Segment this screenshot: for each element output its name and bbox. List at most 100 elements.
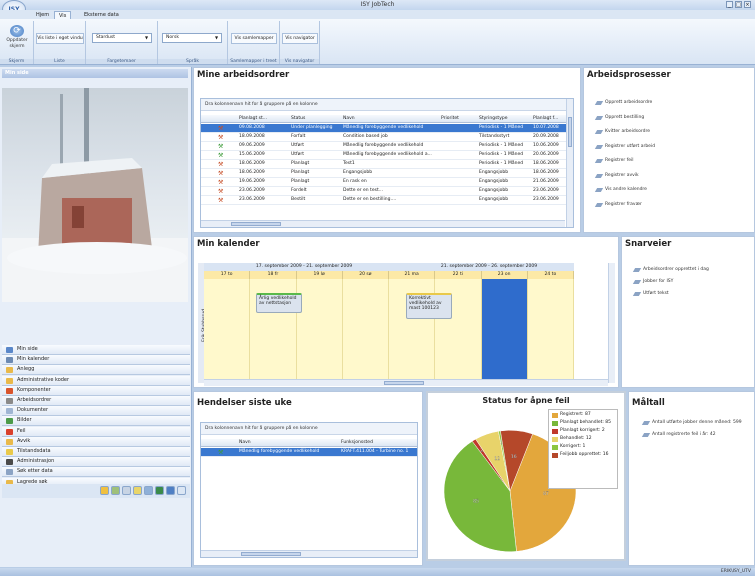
table-row[interactable]: ⚒ 18.09.2008 Forfalt Condition based job Til…: [201, 133, 573, 142]
process-link[interactable]: Vis andre kalendre: [596, 187, 647, 193]
day-header[interactable]: 23 on: [481, 271, 528, 279]
table-row[interactable]: ⚒ 15.06.2009 Utført Månedlig forebyggende v…: [201, 151, 573, 160]
wrench-icon: ⚒: [218, 170, 224, 177]
column-header[interactable]: Status: [289, 115, 339, 123]
shortcut-link[interactable]: Jobber for ISY: [634, 279, 673, 285]
table-row[interactable]: ⚒ 23.06.2009 Fordelt Dette er en test... Eng…: [201, 187, 573, 196]
maximize-icon[interactable]: □: [735, 1, 742, 8]
horizontal-scrollbar[interactable]: [201, 220, 565, 227]
navigator-button[interactable]: Vis navigator: [282, 33, 318, 44]
day-header[interactable]: 18 fr: [250, 271, 297, 279]
table-cell: Månedlig forebyggende vedlikehold: [343, 125, 424, 130]
day-header[interactable]: 17 to: [204, 271, 251, 279]
table-row[interactable]: ⚒ 23.06.2009 Bestilt Dette er en bestilling…: [201, 196, 573, 205]
table-row[interactable]: ⚒ 09.06.2009 Utført Månedlig forebyggende v…: [201, 142, 573, 151]
table-cell: Periodisk - 1 Måned: [479, 152, 524, 157]
folders-button[interactable]: Vis samlemapper: [231, 33, 277, 44]
theme-select[interactable]: Stardust ▼: [92, 33, 152, 43]
process-link[interactable]: Kvitter arbeidsordre: [596, 129, 650, 135]
sidebar-item[interactable]: Administrative koder: [2, 375, 190, 386]
sidebar-item[interactable]: Bilder: [2, 416, 190, 427]
process-link[interactable]: Registrer fravær: [596, 202, 642, 208]
legend-swatch: [552, 445, 558, 450]
calendar-icon[interactable]: [144, 486, 153, 495]
table-row[interactable]: ⚒ Månedlig forebyggende vedlikehold KRAF…: [201, 448, 417, 457]
more-icon[interactable]: [177, 486, 186, 495]
table-cell: Planlagt: [291, 170, 310, 175]
day-header[interactable]: 22 ti: [435, 271, 482, 279]
chart-legend: Registrert: 87 Planlagt behandlet: 85 Plan…: [548, 409, 618, 489]
slice-label: 12: [494, 456, 500, 462]
calendar-appointment[interactable]: Korrektivt vedlikehold av mast 100123: [406, 293, 452, 319]
sidebar-item[interactable]: Administrasjon: [2, 457, 190, 468]
day-header[interactable]: 19 lø: [296, 271, 343, 279]
table-cell: 21.06.2009: [533, 179, 559, 184]
sidebar-item-label: Tilstandsdata: [17, 448, 51, 454]
workorders-grid: Dra kolonnenavn hit for å gruppere på en…: [200, 98, 574, 228]
day-header[interactable]: 20 sø: [342, 271, 389, 279]
process-link[interactable]: Registrer utført arbeid: [596, 144, 655, 150]
list-window-button[interactable]: Vis liste i eget vindu: [36, 33, 84, 44]
column-header[interactable]: Planlagt st...: [237, 115, 287, 123]
day-column[interactable]: [342, 279, 389, 383]
folder-icon[interactable]: [100, 486, 109, 495]
day-header[interactable]: 24 to: [527, 271, 574, 279]
group-label: Fargetemaer: [86, 59, 157, 64]
process-link[interactable]: Registrer avvik: [596, 173, 639, 179]
day-column[interactable]: [527, 279, 574, 383]
day-column[interactable]: [296, 279, 343, 383]
config-icon[interactable]: [166, 486, 175, 495]
wrench-icon: ⚒: [218, 134, 224, 141]
column-header[interactable]: Navn: [341, 115, 437, 123]
column-header[interactable]: Funksjonssted: [339, 439, 417, 447]
map-icon[interactable]: [111, 486, 120, 495]
sidebar-item[interactable]: Arbeidsordrer: [2, 396, 190, 406]
minimize-icon[interactable]: _: [726, 1, 733, 8]
slice-label: 85: [473, 499, 479, 505]
table-cell: Bestilt: [291, 197, 306, 202]
list-icon[interactable]: [122, 486, 131, 495]
column-header[interactable]: Styringstype: [477, 115, 529, 123]
report-icon[interactable]: [133, 486, 142, 495]
shortcut-link[interactable]: Arbeidsordrer opprettet i dag: [634, 267, 709, 273]
close-icon[interactable]: ×: [744, 1, 751, 8]
shortcut-link[interactable]: Utført tekst: [634, 291, 669, 297]
table-cell: Forfalt: [291, 134, 306, 139]
sidebar-item[interactable]: Anlegg: [2, 365, 190, 376]
sidebar-item[interactable]: Avvik: [2, 436, 190, 447]
process-link[interactable]: Opprett bestilling: [596, 115, 644, 121]
table-cell: Månedlig forebyggende vedlikehold: [239, 449, 320, 454]
sidebar-item-label: Bilder: [17, 417, 32, 424]
vertical-scrollbar[interactable]: [566, 99, 573, 227]
language-select[interactable]: Norsk ▼: [162, 33, 222, 43]
sidebar-item[interactable]: Dokumenter: [2, 406, 190, 417]
column-header[interactable]: Navn: [237, 439, 337, 447]
sidebar-item[interactable]: Komponenter: [2, 385, 190, 396]
table-row[interactable]: ⚒ 19.06.2009 Planlagt En rask en Engangsjobb…: [201, 178, 573, 187]
day-column[interactable]: [481, 279, 528, 383]
sidebar-item[interactable]: Min side: [2, 345, 190, 355]
sidebar-item[interactable]: Søk etter data: [2, 467, 190, 478]
horizontal-scrollbar[interactable]: [201, 550, 417, 557]
process-link[interactable]: Registrer feil: [596, 158, 634, 164]
table-row[interactable]: ⚒ 09.08.2008 Under planlegging Månedlig for…: [201, 124, 573, 133]
table-row[interactable]: ⚒ 18.06.2009 Planlagt Engangsjobb Engangsjob…: [201, 169, 573, 178]
sidebar-item[interactable]: Tilstandsdata: [2, 447, 190, 457]
chart-icon[interactable]: [155, 486, 164, 495]
column-header[interactable]: Prioritet: [439, 115, 475, 123]
refresh-button[interactable]: ⟳ Oppdater skjerm: [4, 25, 30, 59]
wrench-icon: ⚒: [218, 143, 224, 150]
calendar-scrollbar[interactable]: [608, 263, 615, 383]
sidebar-item[interactable]: Feil: [2, 426, 190, 437]
nav-icon: [6, 357, 13, 364]
day-header[interactable]: 21 ma: [389, 271, 436, 279]
table-row[interactable]: ⚒ 18.06.2009 Planlagt Test1 Periodisk - 1 Må…: [201, 160, 573, 169]
sidebar-item[interactable]: Min kalender: [2, 355, 190, 366]
column-header[interactable]: Planlagt f...: [531, 115, 571, 123]
calendar-appointment[interactable]: Årlig vedlikehold av nettstasjon: [256, 293, 302, 313]
ribbon-group-navigator: Vis navigator Vis navigator: [280, 21, 320, 64]
process-link[interactable]: Opprett arbeidsordre: [596, 100, 652, 106]
calendar-hscrollbar[interactable]: [204, 379, 608, 386]
window-controls: _ □ ×: [726, 1, 751, 8]
day-column[interactable]: [204, 279, 251, 383]
